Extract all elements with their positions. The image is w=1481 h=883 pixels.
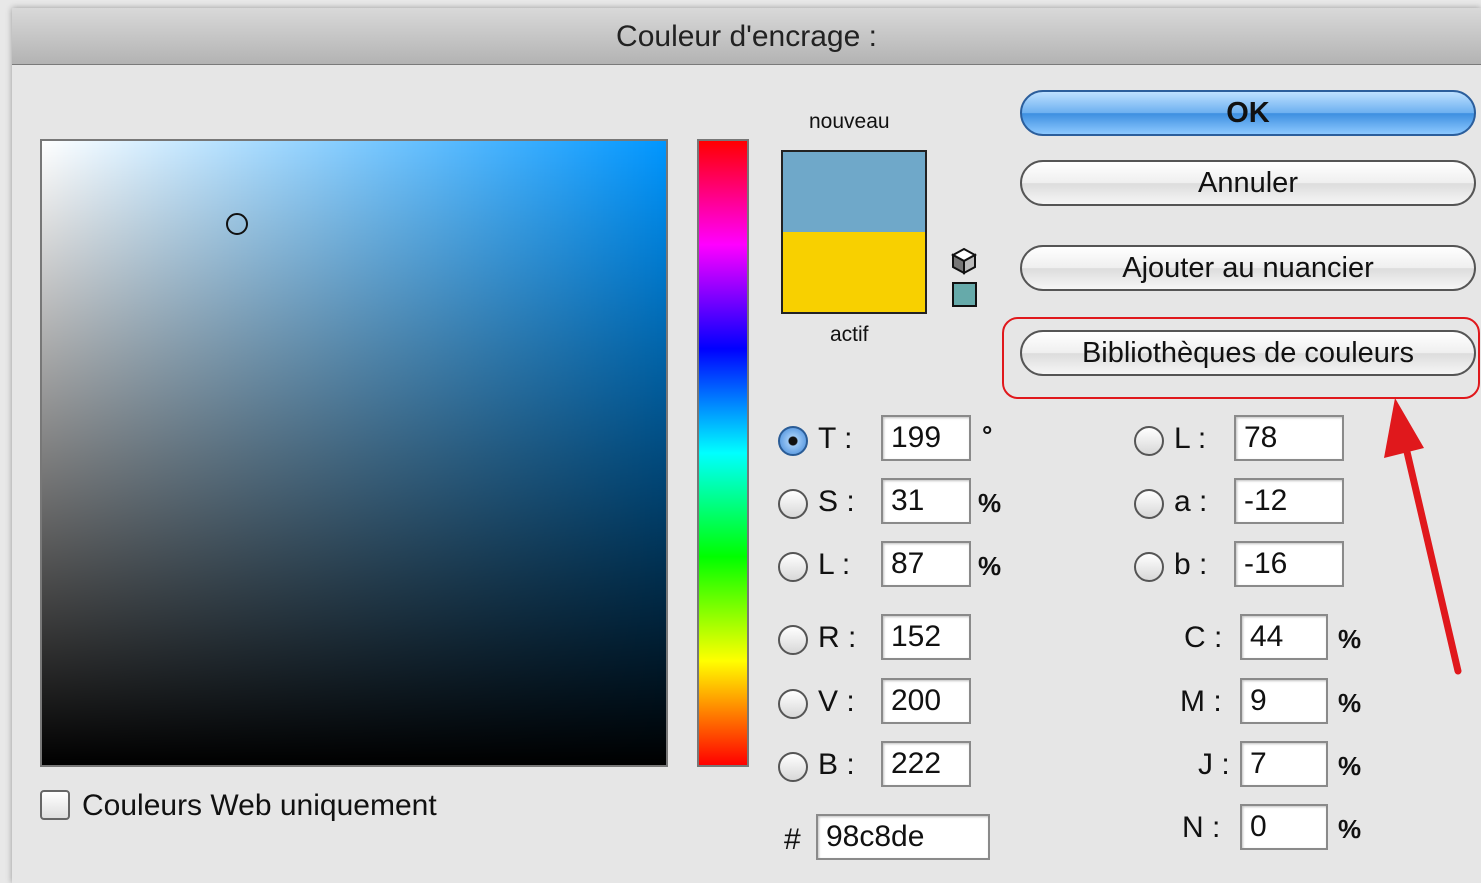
web-colors-only-label: Couleurs Web uniquement <box>82 789 437 822</box>
web-colors-only-checkbox[interactable] <box>40 790 70 820</box>
red-field[interactable]: 152 <box>881 614 971 660</box>
green-field[interactable]: 200 <box>881 678 971 724</box>
blue-radio[interactable] <box>778 752 808 782</box>
current-color-swatch[interactable] <box>783 232 925 312</box>
lab-l-radio[interactable] <box>1134 426 1164 456</box>
title-bar: Couleur d'encrage : <box>12 8 1481 65</box>
lab-a-field[interactable]: -12 <box>1234 478 1344 524</box>
lab-a-radio[interactable] <box>1134 489 1164 519</box>
blue-field[interactable]: 222 <box>881 741 971 787</box>
hue-label: T : <box>818 422 853 455</box>
saturation-radio[interactable] <box>778 489 808 519</box>
lab-b-radio[interactable] <box>1134 552 1164 582</box>
saturation-label: S : <box>818 485 855 518</box>
color-picker-dialog: Couleur d'encrage : nouveau actif OK Ann… <box>12 8 1481 883</box>
color-preview-swatch <box>781 150 927 314</box>
cyan-field[interactable]: 44 <box>1240 614 1328 660</box>
color-field[interactable] <box>40 139 668 767</box>
ok-button[interactable]: OK <box>1020 90 1476 136</box>
black-label: N : <box>1182 811 1221 844</box>
color-field-cursor[interactable] <box>226 213 248 235</box>
cyan-label: C : <box>1184 621 1223 654</box>
brightness-field[interactable]: 87 <box>881 541 971 587</box>
dialog-title: Couleur d'encrage : <box>616 20 877 53</box>
lab-a-label: a : <box>1174 485 1208 518</box>
black-field[interactable]: 0 <box>1240 804 1328 850</box>
yellow-unit: % <box>1338 751 1362 781</box>
current-color-label: actif <box>830 323 869 346</box>
yellow-label: J : <box>1198 748 1230 781</box>
cyan-unit: % <box>1338 624 1362 654</box>
hex-field[interactable]: 98c8de <box>816 814 990 860</box>
black-unit: % <box>1338 814 1362 844</box>
lab-l-field[interactable]: 78 <box>1234 415 1344 461</box>
lab-b-field[interactable]: -16 <box>1234 541 1344 587</box>
brightness-label: L : <box>818 548 851 581</box>
hue-field[interactable]: 199 <box>881 415 971 461</box>
magenta-label: M : <box>1180 685 1222 718</box>
websafe-color-swatch[interactable] <box>952 282 977 307</box>
green-radio[interactable] <box>778 689 808 719</box>
saturation-unit: % <box>978 488 1002 518</box>
hex-label: # <box>784 823 801 856</box>
add-to-swatches-button[interactable]: Ajouter au nuancier <box>1020 245 1476 291</box>
blue-label: B : <box>818 748 855 781</box>
new-color-label: nouveau <box>809 110 890 133</box>
lab-l-label: L : <box>1174 422 1207 455</box>
annotation-highlight-box <box>1002 317 1480 399</box>
red-radio[interactable] <box>778 625 808 655</box>
cancel-button[interactable]: Annuler <box>1020 160 1476 206</box>
brightness-radio[interactable] <box>778 552 808 582</box>
saturation-field[interactable]: 31 <box>881 478 971 524</box>
new-color-swatch <box>783 152 925 232</box>
hue-unit: ° <box>982 420 993 450</box>
lab-b-label: b : <box>1174 548 1208 581</box>
red-label: R : <box>818 621 857 654</box>
magenta-field[interactable]: 9 <box>1240 678 1328 724</box>
out-of-web-gamut-cube-icon[interactable] <box>951 247 977 275</box>
hue-slider[interactable] <box>697 139 749 767</box>
magenta-unit: % <box>1338 688 1362 718</box>
brightness-unit: % <box>978 551 1002 581</box>
yellow-field[interactable]: 7 <box>1240 741 1328 787</box>
hue-radio[interactable] <box>778 426 808 456</box>
green-label: V : <box>818 685 855 718</box>
